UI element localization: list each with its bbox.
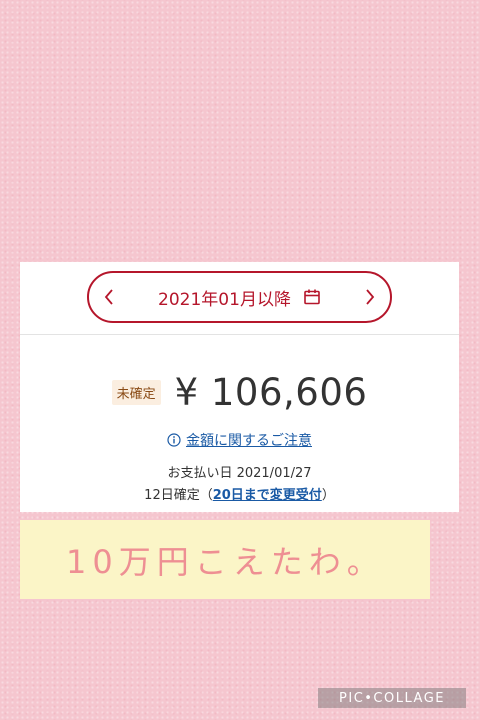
period-header: 2021年01月以降 [20,262,459,335]
amount-notice-link[interactable]: 金額に関するご注意 [20,430,459,450]
info-icon [167,433,181,447]
calendar-icon[interactable] [303,288,321,306]
billing-card: 2021年01月以降 未確定 ¥ 106,606 金額に関するご注意 お支払い日… [20,262,459,512]
period-label-group[interactable]: 2021年01月以降 [129,285,350,310]
amount-row: 未確定 ¥ 106,606 [20,374,459,411]
period-label: 2021年01月以降 [158,289,291,310]
confirm-line: 12日確定（20日まで変更受付） [20,484,459,503]
change-deadline-link[interactable]: 20日まで変更受付 [213,488,322,503]
confirm-suffix: ） [321,488,335,503]
notice-link-label: 金額に関するご注意 [186,433,312,449]
watermark-text: PIC•COLLAGE [339,690,445,706]
period-selector[interactable]: 2021年01月以降 [87,271,392,323]
confirm-prefix: 12日確定（ [144,488,213,503]
chevron-left-icon[interactable] [89,273,129,321]
watermark-logo: PIC•COLLAGE [318,688,466,708]
billing-amount: ¥ 106,606 [174,371,368,414]
chevron-right-icon[interactable] [350,273,390,321]
status-badge: 未確定 [111,380,161,405]
caption-box: 10万円こえたわ。 [20,520,430,599]
payment-date: お支払い日 2021/01/27 [167,466,312,481]
caption-text: 10万円こえたわ。 [66,542,385,581]
